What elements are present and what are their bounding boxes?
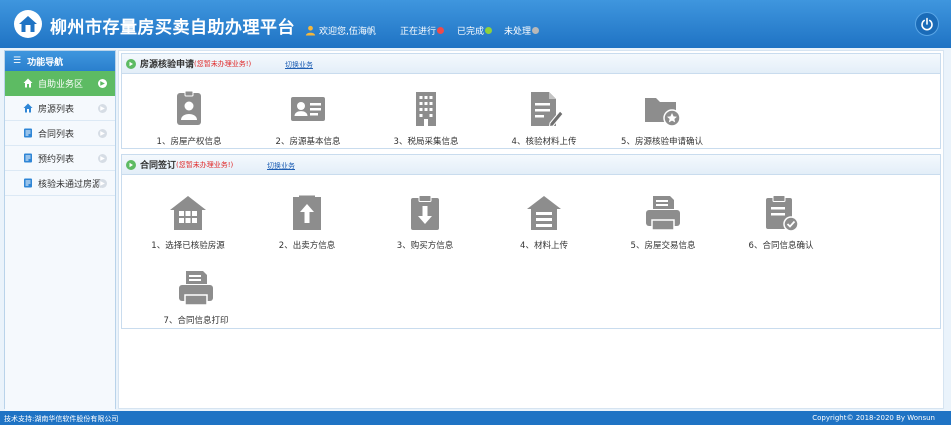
- sidebar-heading: ☰ 功能导航: [5, 51, 115, 71]
- chevron-right-icon: ▶: [98, 104, 107, 113]
- panel-title: 房源核验申请: [140, 60, 195, 70]
- panel-header: 合同签订 (您暂未办理业务!) 切换业务: [122, 155, 940, 175]
- tile-property-rights[interactable]: 1、房屋产权信息: [139, 89, 239, 147]
- document-edit-icon: [531, 92, 564, 128]
- id-card-icon: [291, 97, 325, 121]
- clipboard-check-icon: [766, 195, 799, 232]
- status-label: 已完成: [457, 27, 485, 37]
- upload-box-icon: [293, 195, 321, 230]
- tile-label: 6、合同信息确认: [748, 241, 814, 251]
- tile-label: 7、合同信息打印: [163, 316, 229, 326]
- sidebar-item-label: 房源列表: [38, 104, 75, 115]
- play-circle-icon: [126, 159, 136, 170]
- tile-contract-print[interactable]: 7、合同信息打印: [146, 268, 246, 326]
- tile-buyer-info[interactable]: 3、购买方信息: [375, 193, 475, 251]
- footer: 技术支持:湖南华信软件股份有限公司 Copyright© 2018-2020 B…: [0, 411, 951, 425]
- building-icon: [416, 92, 436, 126]
- tile-label: 3、购买方信息: [396, 241, 454, 251]
- panel-contract-signing: 合同签订 (您暂未办理业务!) 切换业务 1、选择已核验房源 2、出卖方信息 3…: [121, 154, 941, 329]
- panel-title: 合同签订: [140, 161, 177, 171]
- tile-label: 4、材料上传: [520, 241, 568, 251]
- status-pending[interactable]: 未处理: [504, 24, 540, 37]
- download-clipboard-icon: [411, 195, 439, 230]
- app-title: 柳州市存量房买卖自助办理平台: [50, 18, 295, 38]
- printer-icon: [646, 196, 680, 231]
- home-icon: [23, 78, 33, 88]
- tile-seller-info[interactable]: 2、出卖方信息: [257, 193, 357, 251]
- tile-label: 1、选择已核验房源: [151, 241, 225, 251]
- green-dot-icon: [485, 27, 493, 34]
- power-icon: [921, 17, 933, 31]
- tile-label: 1、房屋产权信息: [156, 137, 222, 147]
- top-header: 柳州市存量房买卖自助办理平台 欢迎您,伍海帆 正在进行 已完成 未处理: [0, 0, 951, 48]
- tile-material-upload-2[interactable]: 4、材料上传: [494, 193, 594, 251]
- tile-contract-confirm[interactable]: 6、合同信息确认: [731, 193, 831, 251]
- home-logo-icon[interactable]: [14, 10, 42, 38]
- status-label: 未处理: [504, 27, 532, 37]
- copyright-text: Copyright© 2018-2020 By Wonsun: [812, 414, 935, 422]
- logout-button[interactable]: [915, 12, 939, 36]
- red-dot-icon: [437, 27, 445, 34]
- panel-header: 房源核验申请 (您暂未办理业务!) 切换业务: [122, 54, 940, 74]
- tile-label: 2、出卖方信息: [278, 241, 336, 251]
- tile-label: 3、税局采集信息: [393, 137, 459, 147]
- sidebar-item-self-service[interactable]: 自助业务区 ▶: [5, 71, 115, 96]
- sidebar-item-label: 自助业务区: [38, 79, 84, 90]
- sidebar-item-house-list[interactable]: 房源列表 ▶: [5, 96, 115, 121]
- user-icon: [305, 25, 316, 36]
- status-in-progress[interactable]: 正在进行: [400, 24, 445, 37]
- tile-verification-confirm[interactable]: 5、房源核验申请确认: [612, 89, 712, 147]
- tile-house-basic-info[interactable]: 2、房源基本信息: [258, 89, 358, 147]
- sidebar-item-contract-list[interactable]: 合同列表 ▶: [5, 121, 115, 146]
- menu-icon: ☰: [13, 56, 22, 66]
- status-done[interactable]: 已完成: [457, 24, 493, 37]
- sidebar-item-label: 合同列表: [38, 129, 75, 140]
- sidebar-item-label: 预约列表: [38, 154, 75, 165]
- play-circle-icon: [126, 58, 136, 69]
- sidebar-item-rejected-houses[interactable]: 核验未通过房源 ▶: [5, 171, 115, 196]
- chevron-right-icon: ▶: [98, 79, 107, 88]
- tile-label: 2、房源基本信息: [275, 137, 341, 147]
- printer-icon: [179, 271, 213, 306]
- tile-select-verified-house[interactable]: 1、选择已核验房源: [138, 193, 238, 251]
- sidebar: ☰ 功能导航 自助业务区 ▶ 房源列表 ▶ 合同列表 ▶ 预约列表 ▶ 核验未通…: [4, 50, 116, 425]
- gray-dot-icon: [532, 27, 540, 34]
- id-badge-icon: [177, 90, 201, 125]
- panel-house-verification: 房源核验申请 (您暂未办理业务!) 切换业务 1、房屋产权信息 2、房源基本信息…: [121, 53, 941, 149]
- house-grid-icon: [170, 196, 206, 230]
- sidebar-heading-label: 功能导航: [27, 57, 64, 68]
- tile-label: 4、核验材料上传: [511, 137, 577, 147]
- tile-transaction-info[interactable]: 5、房屋交易信息: [613, 193, 713, 251]
- sidebar-item-label: 核验未通过房源: [38, 179, 102, 190]
- main-content: 房源核验申请 (您暂未办理业务!) 切换业务 1、房屋产权信息 2、房源基本信息…: [118, 50, 944, 409]
- welcome-text: 欢迎您,伍海帆: [319, 27, 376, 37]
- tile-tax-collection[interactable]: 3、税局采集信息: [376, 89, 476, 147]
- rejected-list-icon: [24, 178, 32, 188]
- contract-list-icon: [24, 128, 32, 138]
- welcome-user[interactable]: 欢迎您,伍海帆: [305, 24, 376, 37]
- appointment-list-icon: [24, 153, 32, 163]
- switch-business-link[interactable]: 切换业务: [285, 60, 313, 70]
- tile-label: 5、房源核验申请确认: [621, 137, 703, 147]
- folder-star-icon: [645, 98, 681, 127]
- tile-material-upload[interactable]: 4、核验材料上传: [494, 89, 594, 147]
- chevron-right-icon: ▶: [98, 179, 107, 188]
- switch-business-link[interactable]: 切换业务: [267, 161, 295, 171]
- panel-note: (您暂未办理业务!): [194, 59, 252, 68]
- house-lines-icon: [527, 196, 561, 230]
- tile-label: 5、房屋交易信息: [630, 241, 696, 251]
- status-label: 正在进行: [400, 27, 437, 37]
- support-text: 技术支持:湖南华信软件股份有限公司: [4, 415, 119, 423]
- panel-note: (您暂未办理业务!): [176, 160, 234, 169]
- chevron-right-icon: ▶: [98, 129, 107, 138]
- chevron-right-icon: ▶: [98, 154, 107, 163]
- sidebar-item-appointment-list[interactable]: 预约列表 ▶: [5, 146, 115, 171]
- house-list-icon: [23, 103, 33, 113]
